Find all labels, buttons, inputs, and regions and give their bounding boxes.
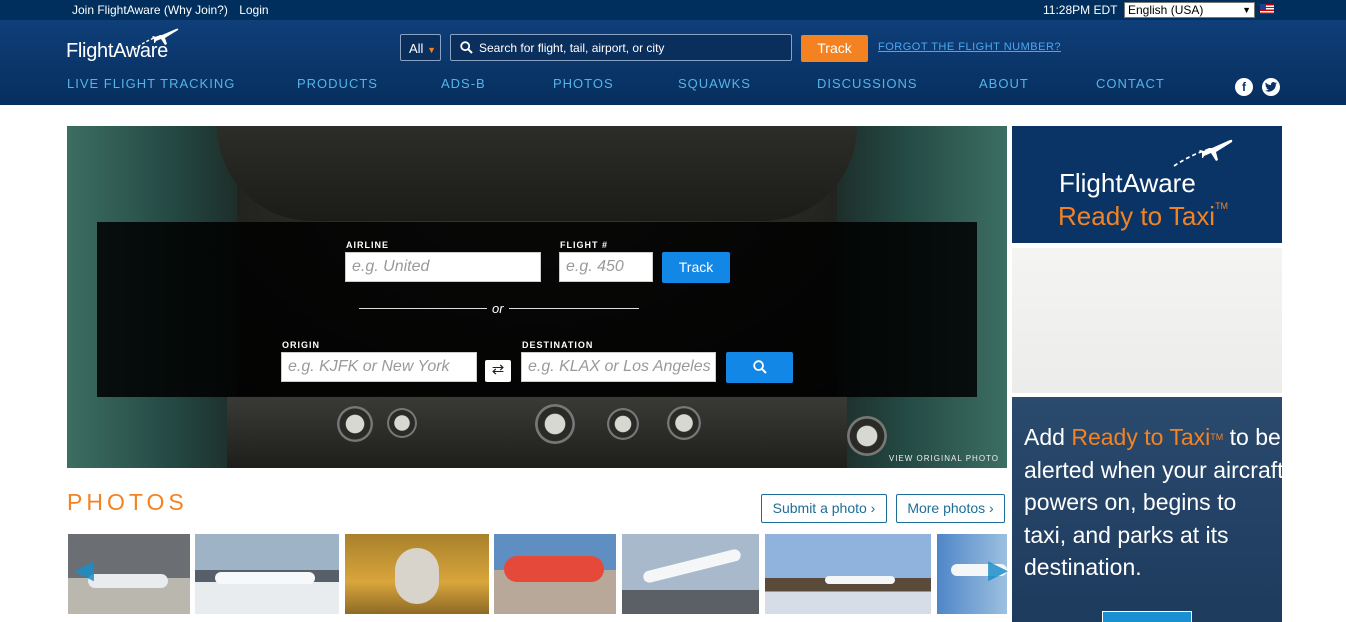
or-separator: or	[492, 301, 504, 316]
aircraft-shape	[395, 548, 439, 604]
nav-discussions[interactable]: DISCUSSIONS	[817, 76, 918, 91]
aircraft-shape	[642, 548, 742, 584]
carousel-prev-icon[interactable]: ◀	[74, 556, 94, 582]
gauge-icon	[607, 408, 639, 440]
us-flag-icon[interactable]	[1260, 4, 1274, 14]
flight-number-label: FLIGHT #	[560, 240, 608, 250]
more-photos-button[interactable]: More photos ›	[896, 494, 1005, 523]
ready-to-taxi-promo-ad[interactable]: Add Ready to TaxiTM to be alerted when y…	[1012, 397, 1282, 622]
trademark-mark: TM	[1215, 201, 1229, 211]
gauge-icon	[847, 416, 887, 456]
search-scope-select[interactable]: All ▼	[400, 34, 441, 61]
ad-logo-text: FlightAware	[1059, 168, 1196, 198]
current-time: 11:28PM EDT	[1043, 3, 1118, 17]
nav-about[interactable]: ABOUT	[979, 76, 1029, 91]
top-bar: Join FlightAware (Why Join?) Login 11:28…	[0, 0, 1346, 20]
account-links: Join FlightAware (Why Join?) Login	[72, 3, 277, 17]
hero-track-button[interactable]: Track	[662, 252, 730, 283]
nav-photos[interactable]: PHOTOS	[553, 76, 614, 91]
learn-more-button[interactable]	[1102, 611, 1192, 622]
nav-squawks[interactable]: SQUAWKS	[678, 76, 751, 91]
photo-thumbnail[interactable]	[622, 534, 759, 614]
route-search-button[interactable]	[726, 352, 793, 383]
gauge-icon	[387, 408, 417, 438]
gauge-icon	[535, 404, 575, 444]
carousel-next-icon[interactable]: ▶	[988, 556, 1008, 582]
flight-number-input[interactable]	[559, 252, 653, 282]
login-link[interactable]: Login	[239, 3, 268, 17]
language-value: English (USA)	[1128, 3, 1204, 17]
plane-icon	[133, 28, 179, 51]
origin-label: ORIGIN	[282, 340, 321, 350]
gauge-icon	[667, 406, 701, 440]
photo-thumbnail[interactable]	[195, 534, 339, 614]
photo-thumbnail[interactable]	[765, 534, 931, 614]
ad-image-placeholder[interactable]	[1012, 248, 1282, 393]
trademark-mark: TM	[1210, 432, 1224, 442]
ready-to-taxi-ad-banner[interactable]: FlightAware Ready to TaxiTM	[1012, 126, 1282, 243]
nav-live-flight-tracking[interactable]: LIVE FLIGHT TRACKING	[67, 76, 235, 91]
promo-text: Add Ready to TaxiTM to be alerted when y…	[1024, 421, 1282, 584]
divider	[509, 308, 639, 309]
promo-highlight: Ready to Taxi	[1071, 424, 1211, 450]
destination-label: DESTINATION	[522, 340, 594, 350]
search-scope-value: All	[409, 41, 424, 56]
gauge-icon	[337, 406, 373, 442]
ad-tagline: Ready to TaxiTM	[1058, 201, 1228, 232]
nav-ads-b[interactable]: ADS-B	[441, 76, 486, 91]
promo-add: Add	[1024, 424, 1072, 450]
airline-label: AIRLINE	[346, 240, 389, 250]
airline-input[interactable]	[345, 252, 541, 282]
aircraft-shape	[504, 556, 604, 582]
main-nav: LIVE FLIGHT TRACKING PRODUCTS ADS-B PHOT…	[0, 76, 1346, 94]
aircraft-shape	[88, 574, 168, 588]
photo-thumbnail[interactable]	[345, 534, 489, 614]
caret-down-icon: ▼	[427, 45, 436, 55]
view-original-photo-link[interactable]: VIEW ORIGINAL PHOTO	[889, 454, 999, 463]
search-icon	[460, 41, 473, 54]
swap-icon[interactable]: ⇄	[485, 360, 511, 382]
chevron-down-icon: ▼	[1242, 5, 1251, 15]
photos-heading: PHOTOS	[67, 489, 188, 515]
ad-tagline-text: Ready to Taxi	[1058, 201, 1216, 231]
nav-contact[interactable]: CONTACT	[1096, 76, 1165, 91]
origin-input[interactable]	[281, 352, 477, 382]
divider	[359, 308, 487, 309]
aircraft-shape	[825, 576, 895, 584]
plane-icon	[1173, 139, 1233, 167]
search-box	[450, 34, 792, 61]
join-link[interactable]: Join FlightAware (Why Join?)	[72, 3, 228, 17]
language-select[interactable]: English (USA) ▼	[1124, 2, 1255, 18]
aircraft-shape	[215, 572, 315, 584]
header-track-button[interactable]: Track	[801, 35, 868, 62]
submit-photo-button[interactable]: Submit a photo ›	[761, 494, 887, 523]
photo-thumbnail[interactable]	[494, 534, 616, 614]
hero-cockpit-image: AIRLINE FLIGHT # Track or ORIGIN ⇄ DESTI…	[67, 126, 1007, 468]
search-input[interactable]	[479, 38, 779, 57]
facebook-icon[interactable]: f	[1235, 78, 1253, 96]
forgot-flight-number-link[interactable]: FORGOT THE FLIGHT NUMBER?	[878, 41, 1061, 53]
cockpit-overhead-panel	[217, 126, 857, 221]
search-icon	[752, 360, 767, 374]
nav-products[interactable]: PRODUCTS	[297, 76, 378, 91]
twitter-icon[interactable]	[1262, 78, 1280, 96]
destination-input[interactable]	[521, 352, 716, 382]
site-header: FlightAware All ▼ Track FORGOT THE FLIGH…	[0, 20, 1346, 105]
